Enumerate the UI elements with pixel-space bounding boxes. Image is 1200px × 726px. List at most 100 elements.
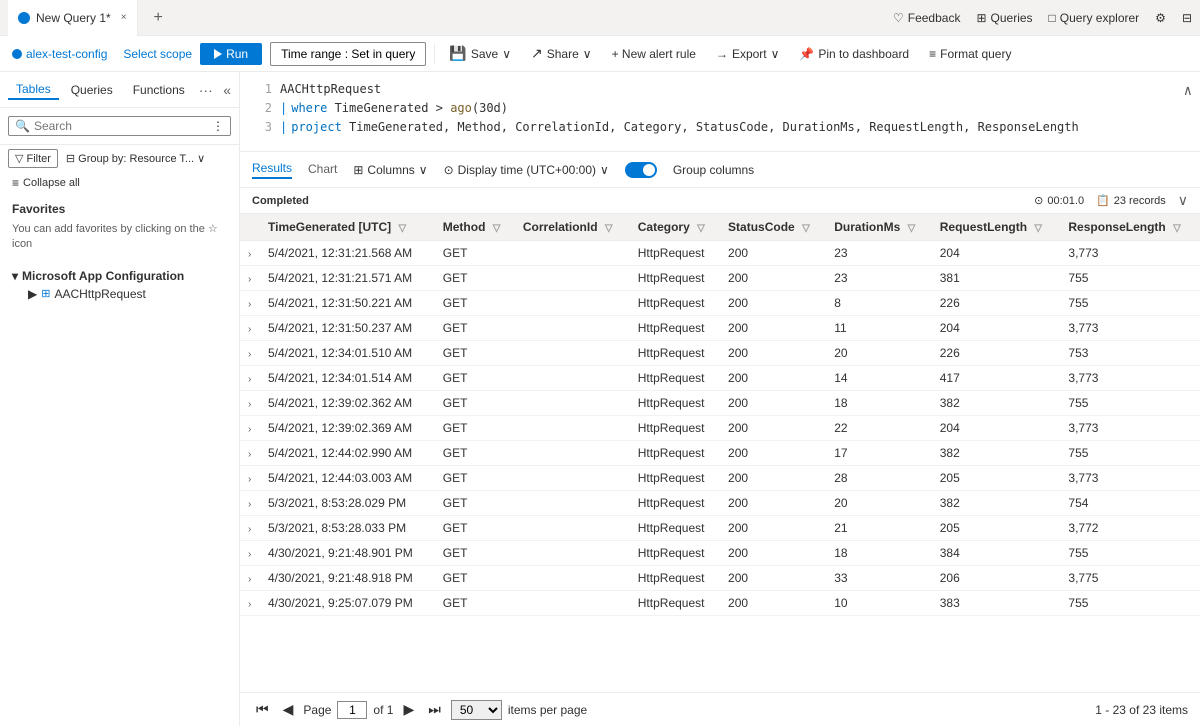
more-tabs-button[interactable]: ··· [199,82,213,98]
time-range-button[interactable]: Time range : Set in query [270,42,426,66]
status-records: 📋 23 records [1096,194,1166,207]
col-time-generated[interactable]: TimeGenerated [UTC] ▽ [260,214,435,241]
results-tab-chart[interactable]: Chart [308,162,337,178]
share-chevron: ∨ [583,47,592,61]
row-expand-12[interactable]: › [240,541,260,566]
cell-category-9: HttpRequest [630,466,720,491]
page-input[interactable] [337,701,367,719]
cell-duration-4: 20 [826,341,931,366]
filter-button[interactable]: ▽ Filter [8,149,58,168]
tab-tables[interactable]: Tables [8,80,59,100]
cell-category-1: HttpRequest [630,266,720,291]
first-page-button[interactable]: ⏮ [252,699,273,720]
share-button[interactable]: ↗ Share ∨ [525,45,598,62]
row-expand-14[interactable]: › [240,591,260,616]
search-box[interactable]: 🔍 ⋮ [8,116,231,136]
workspace-selector[interactable]: alex-test-config [12,47,107,61]
save-button[interactable]: 💾 Save ∨ [443,45,517,62]
row-expand-2[interactable]: › [240,291,260,316]
col-duration-ms[interactable]: DurationMs ▽ [826,214,931,241]
last-page-button[interactable]: ⏭ [424,699,445,720]
row-expand-5[interactable]: › [240,366,260,391]
row-expand-8[interactable]: › [240,441,260,466]
query-editor[interactable]: 1 AACHttpRequest 2 | where TimeGenerated… [240,72,1200,152]
cell-response-6: 755 [1060,391,1200,416]
row-expand-7[interactable]: › [240,416,260,441]
cell-correlation-0 [515,241,630,266]
table-row: › 5/4/2021, 12:34:01.510 AM GET HttpRequ… [240,341,1200,366]
group-chevron: ∨ [197,152,205,165]
tab-queries[interactable]: Queries [63,81,121,99]
col-response-length[interactable]: ResponseLength ▽ [1060,214,1200,241]
status-time: ⊙ 00:01.0 [1034,194,1084,207]
query-explorer-button[interactable]: □ Query explorer [1049,11,1140,25]
tab-icon [18,12,30,24]
pin-to-dashboard-button[interactable]: 📌 Pin to dashboard [793,47,915,61]
select-scope-button[interactable]: Select scope [123,47,192,61]
row-expand-3[interactable]: › [240,316,260,341]
row-expand-0[interactable]: › [240,241,260,266]
next-page-button[interactable]: ▶ [399,699,418,720]
row-expand-4[interactable]: › [240,341,260,366]
main-layout: Tables Queries Functions ··· « 🔍 ⋮ ▽ Fil… [0,72,1200,726]
query-tab[interactable]: New Query 1* × [8,0,138,36]
filter-icon: ▽ [15,152,23,165]
expand-results-button[interactable]: ∨ [1178,192,1188,209]
editor-collapse-button[interactable]: ∧ [1184,80,1192,102]
cell-time-14: 4/30/2021, 9:25:07.079 PM [260,591,435,616]
col-method[interactable]: Method ▽ [435,214,515,241]
cell-response-0: 3,773 [1060,241,1200,266]
query-line-3: 3 | project TimeGenerated, Method, Corre… [240,118,1200,137]
toggle-knob [643,164,655,176]
row-expand-11[interactable]: › [240,516,260,541]
new-tab-button[interactable]: + [146,9,171,27]
display-time-button[interactable]: ⊙ Display time (UTC+00:00) ∨ [444,163,609,177]
row-expand-9[interactable]: › [240,466,260,491]
cell-method-2: GET [435,291,515,316]
prev-page-button[interactable]: ◀ [279,699,298,720]
pipe-2: | [280,99,287,118]
tab-close-button[interactable]: × [121,12,127,23]
table-row: › 5/4/2021, 12:44:03.003 AM GET HttpRequ… [240,466,1200,491]
cell-time-5: 5/4/2021, 12:34:01.514 AM [260,366,435,391]
cell-status-10: 200 [720,491,826,516]
search-input[interactable] [34,119,208,133]
cell-request-2: 226 [932,291,1061,316]
cell-request-5: 417 [932,366,1061,391]
row-expand-1[interactable]: › [240,266,260,291]
settings-icon[interactable]: ⚙ [1155,11,1166,25]
items-per-page-select[interactable]: 50 100 200 [451,700,502,720]
group-columns-toggle[interactable] [625,162,657,178]
feedback-button[interactable]: ♡ Feedback [893,11,960,25]
collapse-all-button[interactable]: ≡ Collapse all [0,172,239,194]
group-by-button[interactable]: ⊟ Group by: Resource T... ∨ [66,152,205,165]
cell-response-12: 755 [1060,541,1200,566]
query-line-2: 2 | where TimeGenerated > ago(30d) [240,99,1200,118]
row-expand-6[interactable]: › [240,391,260,416]
export-button[interactable]: → Export ∨ [710,47,785,61]
cell-category-5: HttpRequest [630,366,720,391]
results-tab-results[interactable]: Results [252,161,292,179]
col-request-length[interactable]: RequestLength ▽ [932,214,1061,241]
run-button[interactable]: Run [200,43,262,65]
col-status-code[interactable]: StatusCode ▽ [720,214,826,241]
share-icon: ↗ [531,45,543,62]
col-correlation-id[interactable]: CorrelationId ▽ [515,214,630,241]
format-query-button[interactable]: ≡ Format query [923,47,1017,61]
new-alert-rule-button[interactable]: + New alert rule [606,47,702,61]
table-item-aachttprequest[interactable]: ▶ ⊞ AACHttpRequest [12,283,227,305]
row-expand-10[interactable]: › [240,491,260,516]
columns-button[interactable]: ⊞ Columns ∨ [353,163,427,177]
search-more-icon[interactable]: ⋮ [212,119,224,133]
collapse-panel-button[interactable]: « [223,82,231,98]
queries-button[interactable]: ⊞ Queries [976,11,1032,25]
search-icon: 🔍 [15,119,30,133]
row-expand-13[interactable]: › [240,566,260,591]
ms-section-title[interactable]: ▾ Microsoft App Configuration [12,269,227,283]
layout-icon[interactable]: ⊟ [1182,11,1192,25]
cell-request-6: 382 [932,391,1061,416]
tab-functions[interactable]: Functions [125,81,193,99]
cell-category-4: HttpRequest [630,341,720,366]
clock-icon: ⊙ [444,163,454,177]
col-category[interactable]: Category ▽ [630,214,720,241]
